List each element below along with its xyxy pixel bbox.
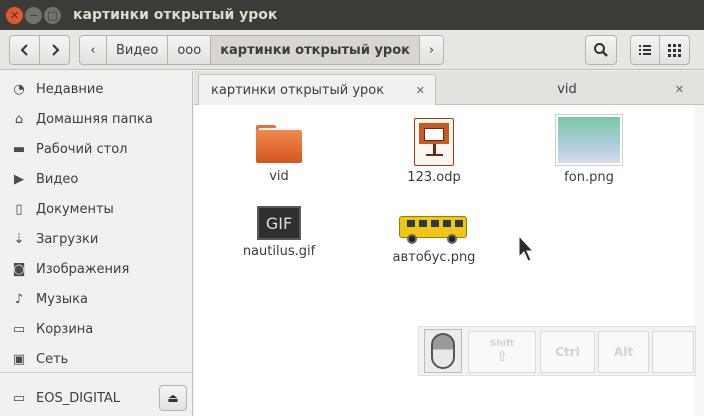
gif-file-icon: GIF (257, 206, 301, 240)
key-shift: Shift ⇧ (468, 331, 536, 373)
file-name: fon.png (564, 170, 614, 185)
sidebar-item-label: Изображения (36, 261, 130, 277)
grid-view-icon (668, 43, 681, 57)
title-bar: ✕ − □ картинки открытый урок (0, 0, 704, 30)
breadcrumb-item-ooo[interactable]: ooo (167, 35, 212, 65)
network-icon: ▣ (12, 351, 26, 367)
window-title: картинки открытый урок (73, 7, 278, 23)
breadcrumb-scroll-right[interactable]: › (418, 35, 444, 65)
image-thumbnail-icon (555, 114, 623, 166)
minimize-window-button[interactable]: − (25, 7, 42, 24)
eject-icon: ⏏ (167, 391, 179, 405)
desktop-folder-icon: ▬ (12, 141, 26, 157)
list-view-icon (639, 45, 651, 55)
sidebar-separator (0, 372, 192, 373)
shift-arrow-icon: ⇧ (496, 349, 508, 365)
sidebar-item-label: Документы (36, 201, 114, 217)
tab-current-folder[interactable]: картинки открытый урок ✕ (198, 74, 436, 105)
home-icon: ⌂ (14, 111, 24, 127)
trash-icon: ▭ (12, 321, 26, 337)
sidebar-item-label: Недавние (36, 81, 104, 97)
tab-bar: картинки открытый урок ✕ vid ✕ (194, 71, 704, 105)
sidebar-item-trash[interactable]: ▭ Корзина (0, 314, 192, 344)
sidebar-item-label: Загрузки (36, 231, 99, 247)
sidebar-item-label: Видео (36, 171, 79, 187)
maximize-window-button[interactable]: □ (44, 7, 61, 24)
sidebar-item-network[interactable]: ▣ Сеть (0, 344, 192, 374)
key-alt: Alt (598, 331, 649, 373)
clock-icon: ◔ (13, 81, 25, 97)
document-icon: ▯ (15, 201, 23, 217)
camera-icon: ◙ (12, 261, 26, 277)
sidebar-item-downloads[interactable]: ⇣ Загрузки (0, 224, 192, 254)
back-button[interactable] (9, 35, 40, 65)
key-ctrl: Ctrl (540, 331, 595, 373)
file-name: 123.odp (407, 170, 461, 185)
music-icon: ♪ (14, 291, 24, 307)
chevron-left-icon (20, 44, 28, 56)
sidebar-item-desktop[interactable]: ▬ Рабочий стол (0, 134, 192, 164)
mouse-cursor-icon (518, 235, 534, 262)
tab-vid[interactable]: vid ✕ (442, 74, 692, 105)
minimize-icon: − (28, 9, 39, 22)
sidebar: ◔ Недавние ⌂ Домашняя папка ▬ Рабочий стол … (0, 71, 193, 416)
forward-button[interactable] (39, 35, 70, 65)
sidebar-item-label: Рабочий стол (36, 141, 128, 157)
sidebar-item-music[interactable]: ♪ Музыка (0, 284, 192, 314)
close-window-button[interactable]: ✕ (6, 7, 23, 24)
download-icon: ⇣ (13, 231, 25, 247)
breadcrumb: ‹ Видео ooo картинки открытый урок › (79, 35, 444, 65)
close-tab-icon[interactable]: ✕ (416, 84, 425, 97)
eject-button[interactable]: ⏏ (159, 385, 187, 411)
list-view-button[interactable] (630, 35, 660, 65)
file-item-nautilus-gif[interactable]: GIF nautilus.gif (219, 204, 339, 259)
sidebar-item-label: Сеть (36, 351, 69, 367)
sidebar-item-videos[interactable]: ▶ Видео (0, 164, 192, 194)
chevron-left-icon: ‹ (90, 42, 96, 58)
sidebar-item-label: EOS_DIGITAL (36, 390, 121, 406)
file-item-fon-png[interactable]: fon.png (529, 114, 649, 185)
breadcrumb-item-video[interactable]: Видео (106, 35, 169, 65)
drive-icon: ▭ (12, 390, 26, 406)
mouse-icon (431, 333, 455, 369)
search-icon (594, 43, 608, 57)
file-manager-window: ✕ − □ картинки открытый урок ‹ Видео ooo… (0, 0, 704, 416)
chevron-right-icon: › (428, 42, 435, 58)
file-name: vid (269, 169, 289, 184)
key-blank (652, 331, 694, 373)
grid-view-button[interactable] (659, 35, 690, 65)
close-icon: ✕ (9, 9, 20, 22)
tab-label: vid (557, 82, 577, 97)
breadcrumb-item-current[interactable]: картинки открытый урок (210, 35, 420, 65)
bus-image-icon (399, 214, 469, 246)
close-tab-icon[interactable]: ✕ (675, 83, 684, 96)
presentation-file-icon (414, 118, 454, 166)
sidebar-item-pictures[interactable]: ◙ Изображения (0, 254, 192, 284)
maximize-icon: □ (47, 9, 58, 22)
mouse-indicator (424, 329, 462, 373)
chevron-right-icon (51, 44, 59, 56)
sidebar-item-documents[interactable]: ▯ Документы (0, 194, 192, 224)
sidebar-item-label: Домашняя папка (36, 111, 153, 127)
tab-label: картинки открытый урок (211, 82, 385, 98)
breadcrumb-scroll-left[interactable]: ‹ (79, 35, 107, 65)
key-label: Shift (489, 339, 515, 349)
file-item-vid[interactable]: vid (219, 121, 339, 184)
toolbar: ‹ Видео ooo картинки открытый урок › (0, 30, 704, 70)
sidebar-item-label: Корзина (36, 321, 94, 337)
file-item-bus-png[interactable]: автобус.png (374, 208, 494, 265)
sidebar-item-home[interactable]: ⌂ Домашняя папка (0, 104, 192, 134)
search-button[interactable] (585, 35, 617, 65)
sidebar-item-recent[interactable]: ◔ Недавние (0, 74, 192, 104)
file-item-123-odp[interactable]: 123.odp (374, 118, 494, 185)
video-icon: ▶ (14, 171, 24, 187)
file-name: nautilus.gif (242, 244, 316, 259)
sidebar-item-label: Музыка (36, 291, 88, 307)
file-name: автобус.png (392, 250, 476, 265)
folder-icon (256, 125, 302, 165)
